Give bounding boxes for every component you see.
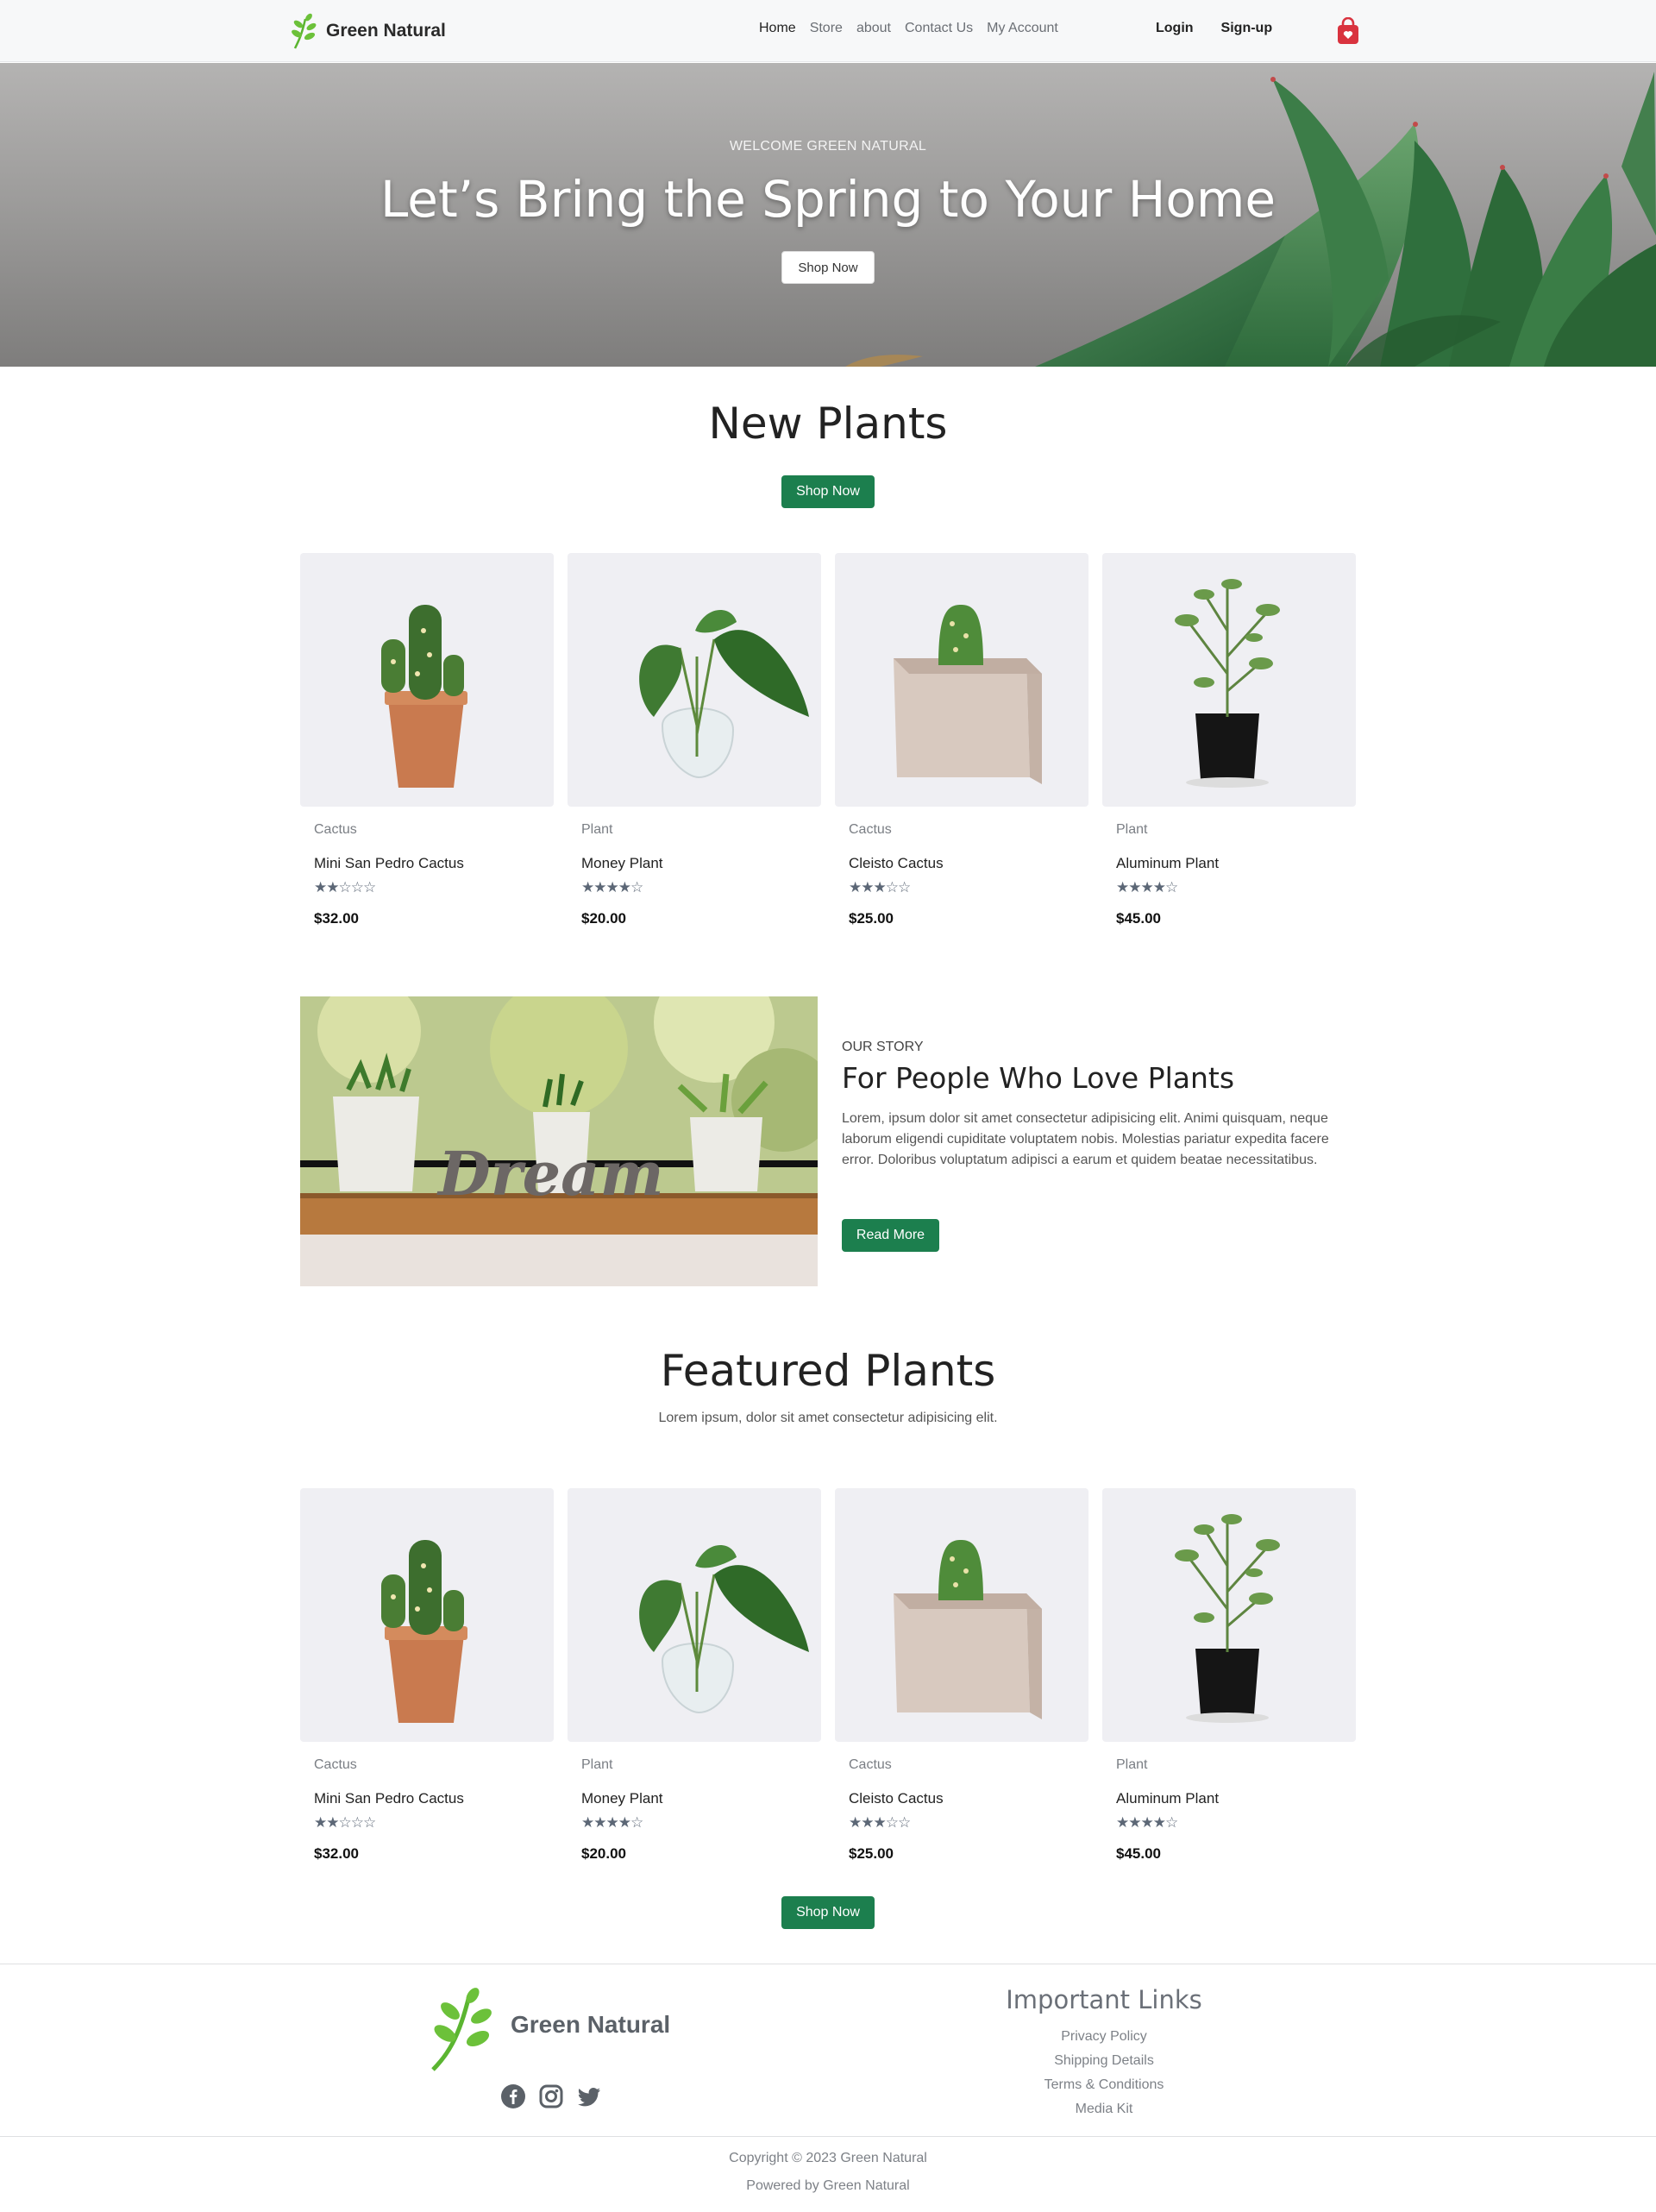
navbar: Green Natural Home Store about Contact U… — [0, 0, 1656, 62]
product-card[interactable]: Plant Money Plant ★★★★☆ $20.00 — [568, 553, 821, 958]
shipping-details-link[interactable]: Shipping Details — [932, 2049, 1276, 2073]
product-name[interactable]: Aluminum Plant — [1116, 855, 1219, 872]
product-image-cleisto-cactus[interactable] — [835, 553, 1088, 807]
product-image-money-plant[interactable] — [568, 553, 821, 807]
instagram-icon[interactable] — [538, 2083, 564, 2109]
product-category: Cactus — [849, 822, 892, 837]
product-category: Plant — [581, 822, 613, 837]
nav-link-store[interactable]: Store — [810, 21, 843, 36]
featured-shop-now-button[interactable]: Shop Now — [781, 1896, 875, 1929]
product-image-cactus-pot[interactable] — [300, 1488, 554, 1742]
story-eyebrow: OUR STORY — [842, 1040, 924, 1054]
product-name[interactable]: Cleisto Cactus — [849, 1790, 944, 1807]
product-card[interactable]: Plant Aluminum Plant ★★★★☆ $45.00 — [1102, 1488, 1356, 1894]
shopping-bag-icon[interactable] — [1336, 17, 1360, 45]
product-card[interactable]: Cactus Mini San Pedro Cactus ★★☆☆☆ $32.0… — [300, 553, 554, 958]
product-name[interactable]: Cleisto Cactus — [849, 855, 944, 872]
product-card[interactable]: Plant Aluminum Plant ★★★★☆ $45.00 — [1102, 553, 1356, 958]
signup-link[interactable]: Sign-up — [1221, 21, 1273, 36]
product-category: Plant — [1116, 822, 1148, 837]
product-category: Cactus — [314, 822, 357, 837]
product-card[interactable]: Cactus Cleisto Cactus ★★★☆☆ $25.00 — [835, 553, 1088, 958]
product-name[interactable]: Mini San Pedro Cactus — [314, 1790, 464, 1807]
media-kit-link[interactable]: Media Kit — [932, 2097, 1276, 2121]
hero-banner: WELCOME GREEN NATURAL Let’s Bring the Sp… — [0, 63, 1656, 367]
star-rating-icon: ★★★☆☆ — [849, 1814, 911, 1831]
leaf-logo-icon — [292, 13, 317, 49]
brand-logo[interactable]: Green Natural — [290, 12, 446, 50]
nav-link-my-account[interactable]: My Account — [987, 21, 1058, 36]
product-image-aluminum-plant[interactable] — [1102, 553, 1356, 807]
product-card[interactable]: Cactus Cleisto Cactus ★★★☆☆ $25.00 — [835, 1488, 1088, 1894]
product-category: Cactus — [314, 1757, 357, 1772]
product-category: Plant — [581, 1757, 613, 1772]
auth-links: Login Sign-up — [1156, 21, 1272, 36]
product-price: $32.00 — [314, 910, 359, 927]
footer-brand-name: Green Natural — [511, 2011, 671, 2038]
main-nav: Home Store about Contact Us My Account — [759, 21, 1058, 36]
product-price: $20.00 — [581, 910, 626, 927]
product-price: $45.00 — [1116, 1845, 1161, 1862]
footer: Green Natural Important Links Privacy Po… — [0, 1964, 1656, 2136]
privacy-policy-link[interactable]: Privacy Policy — [932, 2025, 1276, 2049]
product-card[interactable]: Cactus Mini San Pedro Cactus ★★☆☆☆ $32.0… — [300, 1488, 554, 1894]
facebook-icon[interactable] — [500, 2083, 526, 2109]
product-image-aluminum-plant[interactable] — [1102, 1488, 1356, 1742]
twitter-icon[interactable] — [576, 2083, 602, 2109]
hero-subtitle: WELCOME GREEN NATURAL — [729, 139, 927, 154]
product-image-cactus-pot[interactable] — [300, 553, 554, 807]
featured-plants-title: Featured Plants — [660, 1346, 996, 1396]
leaf-logo-icon — [431, 1988, 492, 2071]
story-image: Dream — [300, 996, 818, 1286]
product-price: $45.00 — [1116, 910, 1161, 927]
brand-name: Green Natural — [326, 21, 446, 41]
new-plants-title: New Plants — [708, 399, 948, 449]
copyright-bar: Copyright © 2023 Green Natural Powered b… — [0, 2136, 1656, 2212]
product-price: $25.00 — [849, 1845, 894, 1862]
dream-sign: Dream — [436, 1138, 664, 1210]
login-link[interactable]: Login — [1156, 21, 1194, 36]
story-text: Lorem, ipsum dolor sit amet consectetur … — [842, 1111, 1329, 1167]
nav-link-about[interactable]: about — [856, 21, 891, 36]
new-plants-shop-now-button[interactable]: Shop Now — [781, 475, 875, 508]
star-rating-icon: ★★☆☆☆ — [314, 879, 376, 895]
product-image-money-plant[interactable] — [568, 1488, 821, 1742]
product-name[interactable]: Mini San Pedro Cactus — [314, 855, 464, 872]
star-rating-icon: ★★★★☆ — [581, 879, 643, 895]
featured-plants-description: Lorem ipsum, dolor sit amet consectetur … — [658, 1411, 998, 1425]
product-price: $25.00 — [849, 910, 894, 927]
product-image-cleisto-cactus[interactable] — [835, 1488, 1088, 1742]
product-category: Plant — [1116, 1757, 1148, 1772]
powered-by-text: Powered by Green Natural — [746, 2178, 910, 2193]
product-name[interactable]: Aluminum Plant — [1116, 1790, 1219, 1807]
product-name[interactable]: Money Plant — [581, 855, 663, 872]
star-rating-icon: ★★★★☆ — [581, 1814, 643, 1831]
hero-shop-now-button[interactable]: Shop Now — [781, 251, 875, 284]
featured-plants-grid: Cactus Mini San Pedro Cactus ★★☆☆☆ $32.0… — [300, 1488, 1356, 1894]
product-card[interactable]: Plant Money Plant ★★★★☆ $20.00 — [568, 1488, 821, 1894]
hero-title: Let’s Bring the Spring to Your Home — [380, 170, 1276, 229]
nav-link-home[interactable]: Home — [759, 21, 796, 36]
product-name[interactable]: Money Plant — [581, 1790, 663, 1807]
nav-link-contact[interactable]: Contact Us — [905, 21, 973, 36]
copyright-text: Copyright © 2023 Green Natural — [729, 2151, 927, 2165]
product-price: $20.00 — [581, 1845, 626, 1862]
product-price: $32.00 — [314, 1845, 359, 1862]
read-more-button[interactable]: Read More — [842, 1219, 939, 1252]
star-rating-icon: ★★★★☆ — [1116, 879, 1178, 895]
story-title: For People Who Love Plants — [842, 1061, 1235, 1095]
important-links-list: Privacy Policy Shipping Details Terms & … — [932, 2025, 1276, 2121]
social-links — [500, 2083, 602, 2109]
product-category: Cactus — [849, 1757, 892, 1772]
star-rating-icon: ★★☆☆☆ — [314, 1814, 376, 1831]
important-links-title: Important Links — [1006, 1985, 1202, 2014]
star-rating-icon: ★★★★☆ — [1116, 1814, 1178, 1831]
star-rating-icon: ★★★☆☆ — [849, 879, 911, 895]
terms-conditions-link[interactable]: Terms & Conditions — [932, 2073, 1276, 2097]
new-plants-grid: Cactus Mini San Pedro Cactus ★★☆☆☆ $32.0… — [300, 553, 1356, 958]
